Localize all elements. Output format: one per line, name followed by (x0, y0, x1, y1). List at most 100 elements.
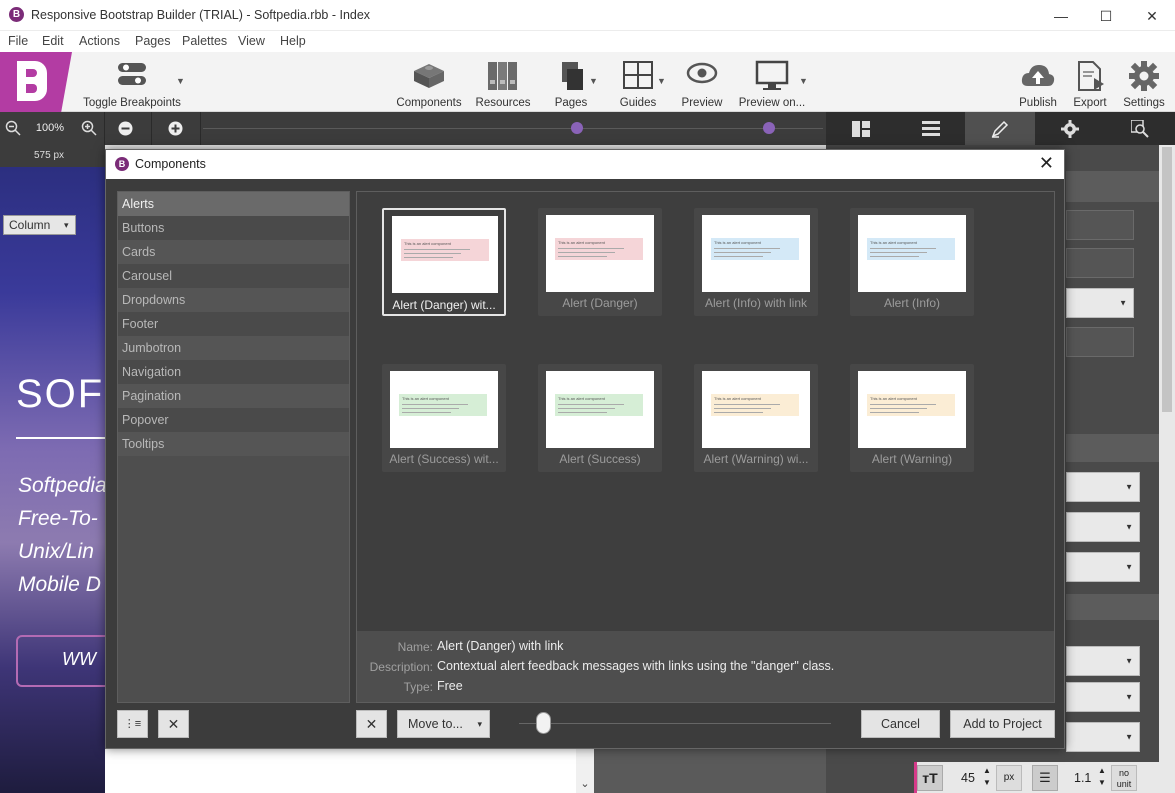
cancel-button[interactable]: Cancel (861, 710, 940, 738)
chevron-down-icon[interactable]: ▼ (589, 76, 598, 86)
category-item[interactable]: Carousel (118, 264, 349, 288)
gear-tab-icon[interactable] (1035, 112, 1105, 145)
preview-button[interactable]: Preview (678, 52, 726, 112)
toggle-breakpoints-button[interactable]: Toggle Breakpoints (82, 52, 182, 112)
menu-view[interactable]: View (238, 34, 265, 48)
inspector-input[interactable] (1066, 248, 1134, 278)
minimize-button[interactable]: — (1038, 4, 1084, 28)
layout-tab-icon[interactable] (826, 112, 896, 145)
menu-pages[interactable]: Pages (135, 34, 170, 48)
category-item[interactable]: Tooltips (118, 432, 349, 456)
inspector-select[interactable]: ▼ (1066, 288, 1134, 318)
component-caption: Alert (Warning) (871, 452, 953, 466)
inspector-select[interactable]: ▼ (1066, 722, 1140, 752)
list-tab-icon[interactable] (896, 112, 966, 145)
guides-button[interactable]: Guides (616, 52, 660, 112)
chevron-down-icon: ▾ (64, 220, 69, 230)
font-size-unit[interactable]: px (996, 765, 1022, 791)
component-card[interactable]: This is an alert component Alert (Info) (850, 208, 974, 316)
component-info: Name: Alert (Danger) with link Descripti… (356, 631, 1055, 703)
menu-help[interactable]: Help (280, 34, 306, 48)
component-card[interactable]: This is an alert component Alert (Warning… (694, 364, 818, 472)
component-card[interactable]: This is an alert component Alert (Danger)… (382, 208, 506, 316)
canvas-scroll-down[interactable]: ⌄ (576, 749, 594, 793)
export-button[interactable]: Export (1070, 52, 1110, 112)
delete-category-button[interactable]: ✕ (158, 710, 189, 738)
chevron-down-icon[interactable]: ▼ (176, 76, 185, 86)
monitor-icon (755, 60, 789, 90)
category-item[interactable]: Popover (118, 408, 349, 432)
search-tab-icon[interactable] (1105, 112, 1175, 145)
line-height-unit[interactable]: no unit (1111, 765, 1137, 791)
inspector-select[interactable]: ▼ (1066, 512, 1140, 542)
breakpoint-handle[interactable] (571, 122, 583, 134)
add-category-button[interactable]: ⋮≡ (117, 710, 148, 738)
category-item[interactable]: Navigation (118, 360, 349, 384)
preview-text-line: Free-To- (18, 507, 98, 530)
category-item[interactable]: Jumbotron (118, 336, 349, 360)
menu-edit[interactable]: Edit (42, 34, 64, 48)
inspector-scrollbar[interactable] (1159, 145, 1175, 793)
preview-on-button[interactable]: Preview on... (737, 52, 807, 112)
remove-breakpoint-button[interactable] (112, 112, 138, 145)
category-item[interactable]: Cards (118, 240, 349, 264)
category-item[interactable]: Buttons (118, 216, 349, 240)
component-card[interactable]: This is an alert component Alert (Success… (382, 364, 506, 472)
category-item[interactable]: Alerts (118, 192, 349, 216)
font-size-stepper[interactable]: ▲ ▼ (983, 765, 991, 789)
component-card[interactable]: This is an alert component Alert (Danger) (538, 208, 662, 316)
chevron-down-icon[interactable]: ▼ (657, 76, 666, 86)
pages-button[interactable]: Pages (548, 52, 594, 112)
inspector-input[interactable] (1066, 210, 1134, 240)
resources-button[interactable]: Resources (474, 52, 532, 112)
zoom-in-icon[interactable] (76, 112, 102, 145)
alert-preview-bar: This is an alert component (711, 238, 799, 260)
alert-preview-line (870, 256, 920, 257)
menu-actions[interactable]: Actions (79, 34, 120, 48)
thumbnail-size-slider[interactable] (536, 712, 551, 734)
category-item[interactable]: Pagination (118, 384, 349, 408)
alert-preview-line (402, 408, 460, 409)
settings-button[interactable]: Settings (1120, 52, 1168, 112)
zoom-out-icon[interactable] (0, 112, 26, 145)
chevron-down-icon[interactable]: ▼ (799, 76, 808, 86)
preview-text-line: Mobile D (18, 573, 101, 596)
gear-icon (1129, 61, 1159, 91)
brush-tab-icon[interactable] (965, 112, 1035, 145)
line-height-value[interactable]: 1.1 (1074, 771, 1091, 785)
category-item[interactable]: Footer (118, 312, 349, 336)
inspector-select[interactable]: ▼ (1066, 646, 1140, 676)
maximize-button[interactable]: ☐ (1083, 4, 1129, 28)
font-size-value[interactable]: 45 (961, 771, 975, 785)
menu-palettes[interactable]: Palettes (182, 34, 227, 48)
delete-component-button[interactable]: ✕ (356, 710, 387, 738)
alert-preview-text: This is an alert component (714, 396, 761, 401)
cloud-upload-icon (1021, 65, 1055, 86)
breakpoint-handle[interactable] (763, 122, 775, 134)
close-window-button[interactable]: ✕ (1129, 4, 1175, 28)
inspector-input[interactable] (1066, 327, 1134, 357)
alert-preview-line (404, 253, 462, 254)
line-height-stepper[interactable]: ▲ ▼ (1098, 765, 1106, 789)
move-to-dropdown[interactable]: Move to... ▾ (397, 710, 490, 738)
component-caption: Alert (Info) with link (704, 296, 808, 310)
component-card[interactable]: This is an alert component Alert (Warning… (850, 364, 974, 472)
inspector-select[interactable]: ▼ (1066, 552, 1140, 582)
components-button[interactable]: Components (396, 52, 462, 112)
description-value: Contextual alert feedback messages with … (437, 659, 835, 673)
page-preview-canvas[interactable]: Column ▾ SOFT Softpedia Free-To- Unix/Li… (0, 167, 105, 793)
category-item[interactable]: Dropdowns (118, 288, 349, 312)
alert-preview-text: This is an alert component (558, 396, 605, 401)
publish-button[interactable]: Publish (1018, 52, 1058, 112)
menu-file[interactable]: File (8, 34, 28, 48)
inspector-select[interactable]: ▼ (1066, 682, 1140, 712)
preview-label: Preview (681, 97, 723, 109)
component-card[interactable]: This is an alert component Alert (Info) w… (694, 208, 818, 316)
alert-preview-line (404, 249, 470, 250)
add-to-project-button[interactable]: Add to Project (950, 710, 1055, 738)
close-dialog-button[interactable]: ✕ (1039, 153, 1054, 174)
inspector-select[interactable]: ▼ (1066, 472, 1140, 502)
column-selector[interactable]: Column ▾ (3, 215, 76, 235)
add-breakpoint-button[interactable] (162, 112, 188, 145)
component-card[interactable]: This is an alert component Alert (Success… (538, 364, 662, 472)
